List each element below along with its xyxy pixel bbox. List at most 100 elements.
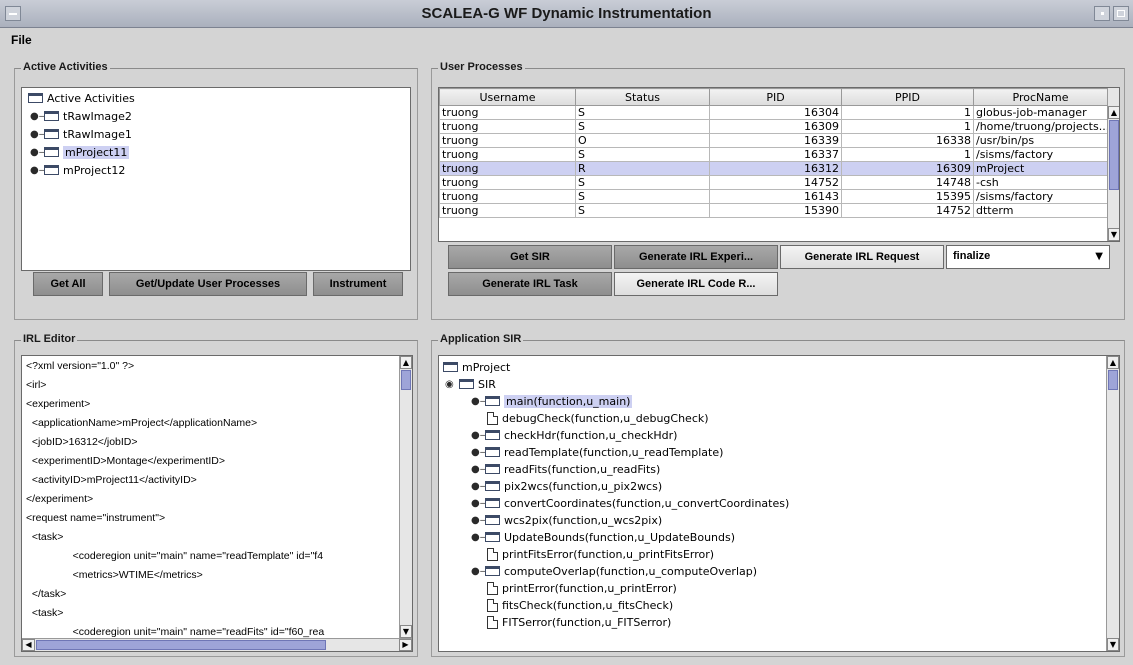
scroll-down-icon[interactable]: ▼: [1107, 638, 1119, 651]
scroll-thumb[interactable]: [1109, 120, 1119, 190]
table-row[interactable]: truong S 16304 1 globus-job-manager: [439, 105, 1108, 120]
scroll-up-icon[interactable]: ▲: [1107, 356, 1119, 369]
column-header[interactable]: PPID: [841, 88, 974, 106]
cell-ppid: 1: [841, 119, 974, 134]
sir-tree-scrollbar[interactable]: ▲ ▼: [1106, 356, 1119, 651]
cell-pid: 16337: [709, 147, 842, 162]
expand-handle-icon[interactable]: ●—: [471, 498, 490, 509]
application-sir-panel: Application SIR mProject ◉ SIR ●— main(f…: [431, 333, 1125, 657]
tree-item[interactable]: ●— tRawImage2: [30, 107, 132, 125]
column-header[interactable]: ProcName: [973, 88, 1108, 106]
expand-handle-icon[interactable]: ●—: [471, 396, 490, 407]
scroll-thumb[interactable]: [401, 370, 411, 390]
generate-irl-experiment-button[interactable]: Generate IRL Experi...: [614, 245, 778, 269]
scroll-up-icon[interactable]: ▲: [400, 356, 412, 369]
sir-function-item[interactable]: printError(function,u_printError): [485, 579, 677, 597]
tree-root[interactable]: Active Activities: [28, 89, 135, 107]
tree-item[interactable]: ●— mProject12: [30, 161, 125, 179]
sir-function-item[interactable]: debugCheck(function,u_debugCheck): [485, 409, 709, 427]
sir-function-item-selected[interactable]: ●— main(function,u_main): [471, 392, 633, 410]
table-row[interactable]: truong S 16337 1 /sisms/factory: [439, 147, 1108, 162]
expand-handle-icon[interactable]: ●—: [30, 111, 49, 122]
expand-handle-icon[interactable]: ●—: [471, 464, 490, 475]
chevron-down-icon[interactable]: ▼: [1095, 251, 1103, 262]
sir-node[interactable]: ◉ SIR: [445, 375, 496, 393]
irl-editor-textarea[interactable]: <?xml version="1.0" ?> <irl> <experiment…: [21, 355, 413, 652]
tree-item-label: mProject12: [63, 163, 126, 177]
sir-function-item[interactable]: printFitsError(function,u_printFitsError…: [485, 545, 714, 563]
sir-function-label: debugCheck(function,u_debugCheck): [502, 411, 709, 425]
generate-irl-request-button[interactable]: Generate IRL Request: [780, 245, 944, 269]
sir-root[interactable]: mProject: [443, 358, 510, 376]
table-row[interactable]: truong S 15390 14752 dtterm: [439, 203, 1108, 218]
cell-pid: 16304: [709, 105, 842, 120]
column-header[interactable]: PID: [709, 88, 842, 106]
cell-status: S: [575, 203, 710, 218]
sir-tree[interactable]: mProject ◉ SIR ●— main(function,u_main) …: [438, 355, 1120, 652]
process-table[interactable]: Username Status PID PPID ProcName truong…: [439, 88, 1108, 218]
table-row[interactable]: truong S 14752 14748 -csh: [439, 175, 1108, 190]
maximize-button[interactable]: [1113, 6, 1129, 21]
tree-item[interactable]: ●— tRawImage1: [30, 125, 132, 143]
expand-handle-icon[interactable]: ●—: [471, 566, 490, 577]
editor-vertical-scrollbar[interactable]: ▲ ▼: [399, 356, 412, 638]
process-table-scrollbar[interactable]: ▲ ▼: [1107, 88, 1119, 241]
expand-handle-icon[interactable]: ●—: [30, 129, 49, 140]
sir-function-item[interactable]: ●— convertCoordinates(function,u_convert…: [471, 494, 789, 512]
column-header[interactable]: Status: [575, 88, 710, 106]
generate-irl-task-button[interactable]: Generate IRL Task: [448, 272, 612, 296]
scroll-down-icon[interactable]: ▼: [1108, 228, 1119, 241]
expand-handle-icon[interactable]: ●—: [471, 430, 490, 441]
get-all-button[interactable]: Get All: [33, 272, 103, 296]
active-activities-tree[interactable]: Active Activities ●— tRawImage2 ●— tRawI…: [21, 87, 411, 271]
sir-function-item[interactable]: FITSerror(function,u_FITSerror): [485, 613, 671, 631]
tree-item-label: mProject11: [63, 145, 130, 159]
sir-function-item[interactable]: ●— checkHdr(function,u_checkHdr): [471, 426, 677, 444]
sir-function-item[interactable]: ●— pix2wcs(function,u_pix2wcs): [471, 477, 662, 495]
generate-irl-code-region-button[interactable]: Generate IRL Code R...: [614, 272, 778, 296]
get-sir-button[interactable]: Get SIR: [448, 245, 612, 269]
editor-line: <?xml version="1.0" ?>: [26, 360, 135, 372]
scroll-thumb[interactable]: [36, 640, 326, 650]
active-activities-panel: Active Activities Active Activities ●— t…: [14, 61, 418, 320]
editor-line: <irl>: [26, 379, 47, 391]
folder-icon: [28, 93, 43, 103]
folder-icon: [44, 111, 59, 121]
table-row[interactable]: truong O 16339 16338 /usr/bin/ps: [439, 133, 1108, 148]
expand-handle-icon[interactable]: ●—: [471, 515, 490, 526]
table-row[interactable]: truong S 16143 15395 /sisms/factory: [439, 189, 1108, 204]
scroll-left-icon[interactable]: ◀: [22, 639, 35, 651]
expand-handle-icon[interactable]: ●—: [30, 165, 49, 176]
minimize-button[interactable]: [1094, 6, 1110, 21]
request-type-select[interactable]: finalize ▼: [946, 245, 1110, 269]
scroll-up-icon[interactable]: ▲: [1108, 106, 1119, 119]
window-titlebar[interactable]: SCALEA-G WF Dynamic Instrumentation: [0, 0, 1133, 28]
expand-handle-icon[interactable]: ●—: [30, 147, 49, 158]
expand-handle-icon[interactable]: ●—: [471, 481, 490, 492]
tree-item-selected[interactable]: ●— mProject11: [30, 143, 130, 161]
scroll-right-icon[interactable]: ▶: [399, 639, 412, 651]
scroll-down-icon[interactable]: ▼: [400, 625, 412, 638]
folder-icon: [485, 464, 500, 474]
process-table-container[interactable]: Username Status PID PPID ProcName truong…: [438, 87, 1120, 242]
get-update-processes-button[interactable]: Get/Update User Processes: [109, 272, 307, 296]
sir-function-item[interactable]: fitsCheck(function,u_fitsCheck): [485, 596, 673, 614]
sir-function-item[interactable]: ●— computeOverlap(function,u_computeOver…: [471, 562, 757, 580]
expand-handle-icon[interactable]: ●—: [471, 532, 490, 543]
table-row-selected[interactable]: truong R 16312 16309 mProject: [439, 161, 1108, 176]
column-header[interactable]: Username: [439, 88, 576, 106]
expand-handle-icon[interactable]: ●—: [471, 447, 490, 458]
instrument-button[interactable]: Instrument: [313, 272, 403, 296]
scroll-thumb[interactable]: [1108, 370, 1118, 390]
menu-file[interactable]: File: [11, 33, 32, 47]
sir-function-item[interactable]: ●— wcs2pix(function,u_wcs2pix): [471, 511, 662, 529]
table-row[interactable]: truong S 16309 1 /home/truong/projects..…: [439, 119, 1108, 134]
collapse-handle-icon[interactable]: ◉: [445, 379, 459, 390]
folder-icon: [485, 498, 500, 508]
document-icon: [487, 615, 498, 629]
editor-horizontal-scrollbar[interactable]: ◀ ▶: [22, 638, 412, 651]
sir-function-item[interactable]: ●— UpdateBounds(function,u_UpdateBounds): [471, 528, 735, 546]
cell-ppid: 1: [841, 105, 974, 120]
sir-function-item[interactable]: ●— readFits(function,u_readFits): [471, 460, 660, 478]
sir-function-item[interactable]: ●— readTemplate(function,u_readTemplate): [471, 443, 723, 461]
